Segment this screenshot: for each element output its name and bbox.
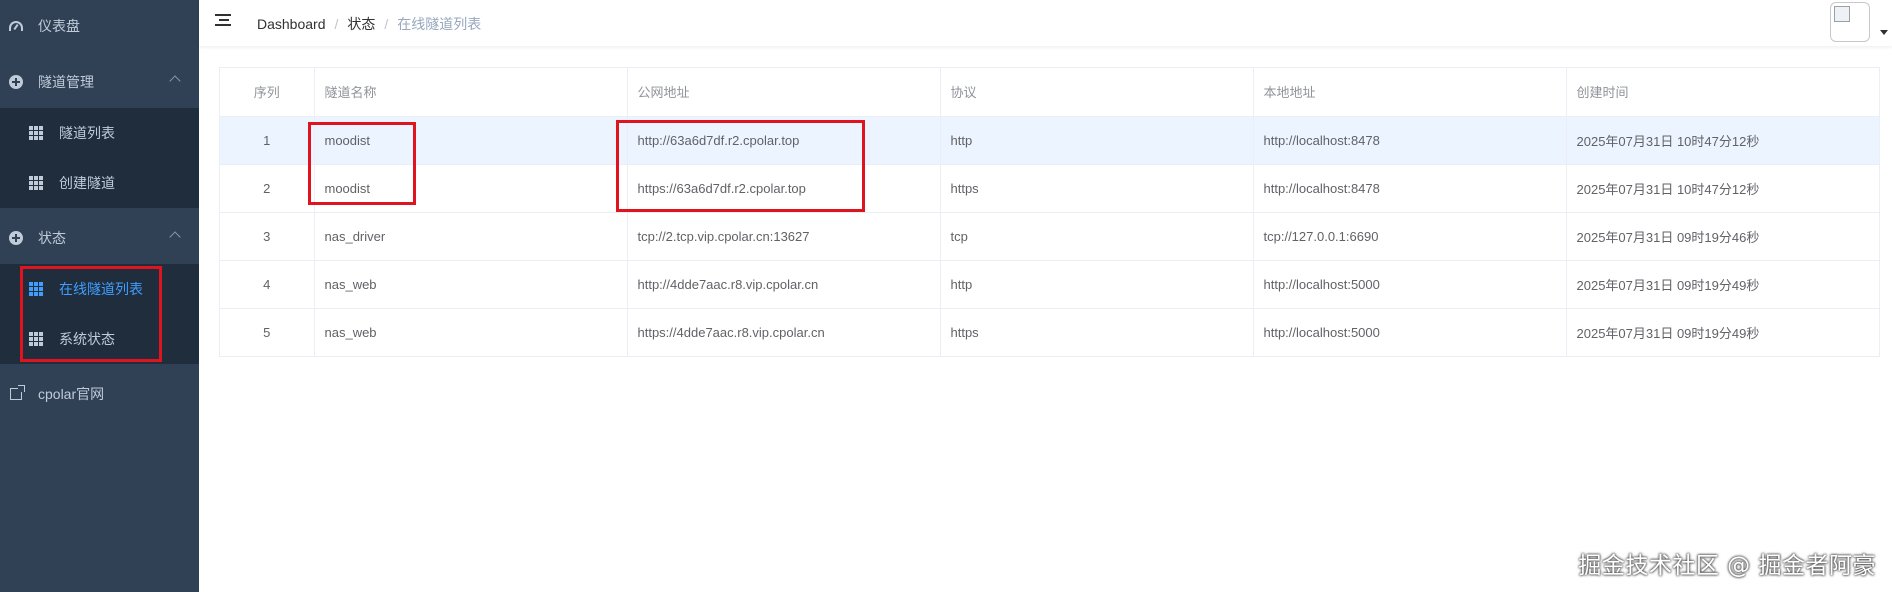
sidebar-item-official-site[interactable]: cpolar官网 — [0, 368, 199, 420]
sidebar-item-label: 隧道列表 — [59, 125, 115, 141]
sidebar-item-create-tunnel[interactable]: 创建隧道 — [0, 158, 199, 208]
navbar: Dashboard / 状态 / 在线隧道列表 — [199, 0, 1892, 46]
cell-public-url: tcp://2.tcp.vip.cpolar.cn:13627 — [627, 212, 941, 261]
hamburger-menu-icon[interactable] — [215, 14, 231, 28]
breadcrumb-separator: / — [334, 16, 339, 32]
watermark: 掘金技术社区 @ 掘金者阿豪 — [1578, 553, 1876, 579]
cell-name: moodist — [314, 116, 628, 165]
cell-local-address: http://localhost:5000 — [1253, 260, 1567, 309]
cell-local-address: http://localhost:8478 — [1253, 116, 1567, 165]
sidebar-group-tunnel-management[interactable]: 隧道管理 — [0, 56, 199, 108]
sidebar-item-label: 系统状态 — [59, 331, 115, 347]
caret-down-icon[interactable] — [1880, 30, 1888, 35]
cell-protocol: http — [940, 116, 1254, 165]
sidebar-item-online-tunnels[interactable]: 在线隧道列表 — [0, 264, 199, 314]
breadcrumb-current: 在线隧道列表 — [397, 16, 482, 32]
column-header-public-url: 公网地址 — [627, 68, 941, 117]
table-icon — [29, 176, 43, 190]
sidebar-group-label: 状态 — [38, 230, 66, 246]
breadcrumb-separator: / — [384, 16, 389, 32]
table-row[interactable]: 3 nas_driver tcp://2.tcp.vip.cpolar.cn:1… — [220, 212, 1879, 261]
cell-local-address: tcp://127.0.0.1:6690 — [1253, 212, 1567, 261]
cell-local-address: http://localhost:5000 — [1253, 308, 1567, 356]
cell-name: nas_web — [314, 260, 628, 309]
sidebar-item-tunnel-list[interactable]: 隧道列表 — [0, 108, 199, 158]
table-header-row: 序列 隧道名称 公网地址 协议 本地地址 创建时间 — [220, 68, 1879, 117]
cell-index: 2 — [220, 164, 315, 213]
app: 仪表盘 隧道管理 隧道列表 创建隧道 状态 在线隧道列表 系统状态 cpolar… — [0, 0, 1892, 592]
cell-index: 5 — [220, 308, 315, 356]
plus-circle-icon — [8, 74, 24, 90]
cell-protocol: https — [940, 164, 1254, 213]
cell-name: moodist — [314, 164, 628, 213]
cell-public-url: https://63a6d7df.r2.cpolar.top — [627, 164, 941, 213]
cell-created-time: 2025年07月31日 09时19分49秒 — [1566, 260, 1879, 309]
table-row[interactable]: 5 nas_web https://4dde7aac.r8.vip.cpolar… — [220, 308, 1879, 356]
sidebar-item-label: 在线隧道列表 — [59, 281, 143, 297]
column-header-local-address: 本地地址 — [1253, 68, 1567, 117]
table-icon — [29, 332, 43, 346]
cell-name: nas_driver — [314, 212, 628, 261]
sidebar-item-dashboard[interactable]: 仪表盘 — [0, 0, 199, 52]
cell-index: 3 — [220, 212, 315, 261]
cell-created-time: 2025年07月31日 10时47分12秒 — [1566, 164, 1879, 213]
breadcrumb-status[interactable]: 状态 — [347, 14, 375, 34]
submenu-status: 在线隧道列表 系统状态 — [0, 264, 199, 364]
cell-local-address: http://localhost:8478 — [1253, 164, 1567, 213]
table-row[interactable]: 2 moodist https://63a6d7df.r2.cpolar.top… — [220, 164, 1879, 213]
cell-created-time: 2025年07月31日 10时47分12秒 — [1566, 116, 1879, 165]
table-icon — [29, 126, 43, 140]
column-header-created-time: 创建时间 — [1566, 68, 1879, 117]
chevron-up-icon — [169, 231, 181, 243]
sidebar-item-label: 创建隧道 — [59, 175, 115, 191]
dashboard-gauge-icon — [8, 18, 24, 34]
cell-protocol: tcp — [940, 212, 1254, 261]
plus-circle-icon — [8, 230, 24, 246]
sidebar-item-system-status[interactable]: 系统状态 — [0, 314, 199, 364]
cell-created-time: 2025年07月31日 09时19分46秒 — [1566, 212, 1879, 261]
online-tunnels-table: 序列 隧道名称 公网地址 协议 本地地址 创建时间 1 moodist http… — [219, 67, 1880, 357]
cell-name: nas_web — [314, 308, 628, 356]
cell-public-url: http://63a6d7df.r2.cpolar.top — [627, 116, 941, 165]
cell-public-url: http://4dde7aac.r8.vip.cpolar.cn — [627, 260, 941, 309]
sidebar-group-status[interactable]: 状态 — [0, 212, 199, 264]
chevron-up-icon — [169, 75, 181, 87]
sidebar: 仪表盘 隧道管理 隧道列表 创建隧道 状态 在线隧道列表 系统状态 cpolar… — [0, 0, 199, 592]
cell-index: 1 — [220, 116, 315, 165]
cell-public-url: https://4dde7aac.r8.vip.cpolar.cn — [627, 308, 941, 356]
cell-protocol: https — [940, 308, 1254, 356]
sidebar-item-label: cpolar官网 — [38, 386, 105, 402]
breadcrumb-dashboard[interactable]: Dashboard — [257, 16, 326, 32]
column-header-index: 序列 — [220, 68, 315, 117]
column-header-protocol: 协议 — [940, 68, 1254, 117]
sidebar-group-label: 隧道管理 — [38, 74, 94, 90]
table-row[interactable]: 1 moodist http://63a6d7df.r2.cpolar.top … — [220, 116, 1879, 165]
table-icon — [29, 282, 43, 296]
submenu-tunnel-management: 隧道列表 创建隧道 — [0, 108, 199, 208]
table-row[interactable]: 4 nas_web http://4dde7aac.r8.vip.cpolar.… — [220, 260, 1879, 309]
breadcrumb: Dashboard / 状态 / 在线隧道列表 — [257, 14, 481, 34]
sidebar-item-label: 仪表盘 — [38, 18, 80, 34]
cell-created-time: 2025年07月31日 09时19分49秒 — [1576, 325, 1760, 341]
cell-protocol: http — [940, 260, 1254, 309]
cell-index: 4 — [220, 260, 315, 309]
external-link-icon — [8, 385, 25, 402]
avatar[interactable] — [1830, 2, 1870, 42]
column-header-name: 隧道名称 — [314, 68, 628, 117]
